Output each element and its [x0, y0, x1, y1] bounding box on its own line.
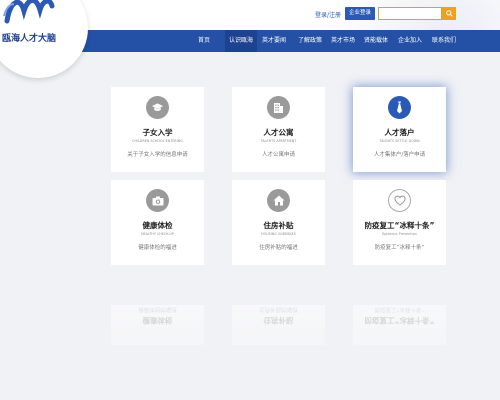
tie-icon — [388, 96, 411, 119]
nav-item-contact-us[interactable]: 联系我们 — [432, 30, 456, 52]
card-title: 子女入学 — [142, 128, 173, 137]
service-card-health-checkup[interactable]: 健康体检 HEALTHY CHECK-UP 健康体检的福进 — [111, 180, 204, 265]
nav-item-talent-market[interactable]: 英才市场 — [331, 30, 355, 52]
building-icon — [267, 96, 290, 119]
search-input[interactable] — [378, 7, 442, 20]
nav-item-policies[interactable]: 了解政策 — [298, 30, 322, 52]
card-title: 人才落户 — [384, 128, 415, 137]
card-description: 人才公寓申请 — [261, 152, 295, 158]
logo[interactable]: 瓯海人才大脑 — [0, 0, 88, 78]
camera-icon — [146, 189, 169, 212]
service-card-children-school[interactable]: 子女入学 CHILDREN SCHOOL ENTERING 关于子女入学的信息申… — [111, 87, 204, 172]
card-title: 住房补贴 — [263, 221, 294, 230]
house-icon — [267, 189, 290, 212]
heart-icon — [388, 189, 411, 212]
service-card-talent-apartment[interactable]: 人才公寓 TALENTS APARTMENT 人才公寓申请 — [232, 87, 325, 172]
brand-name: 瓯海人才大脑 — [1, 34, 56, 44]
card-description: 关于子女入学的信息申请 — [127, 152, 188, 158]
card-title: 人才公寓 — [263, 128, 294, 137]
service-card-talent-settle-down[interactable]: 人才落户 TALENTS SETTLE DOWN 人才集体户/落户申请 — [353, 87, 446, 172]
graduation-cap-icon — [146, 96, 169, 119]
card-subtitle: TALENTS SETTLE DOWN — [379, 139, 420, 143]
card-description: 防疫复工“冰释十条” — [374, 245, 425, 251]
card-title: 健康体检 — [142, 221, 173, 230]
search-button[interactable] — [442, 7, 456, 20]
card-title: 防疫复工“冰释十条” — [364, 221, 435, 230]
ouhai-logo-icon — [3, 0, 55, 24]
card-subtitle: Epidemic Prevention — [382, 232, 417, 236]
card-subtitle: HOUSING SUBSIDIES — [261, 232, 296, 236]
card-subtitle: TALENTS APARTMENT — [260, 139, 297, 143]
reflection-fade — [0, 300, 500, 400]
card-subtitle: CHILDREN SCHOOL ENTERING — [132, 139, 183, 143]
card-subtitle: HEALTHY CHECK-UP — [141, 232, 174, 236]
nav-item-talent-news[interactable]: 英才要闻 — [262, 30, 286, 52]
service-card-epidemic-prevention[interactable]: 防疫复工“冰释十条” Epidemic Prevention 防疫复工“冰释十条… — [353, 180, 446, 265]
login-register-link[interactable]: 登录/注册 — [315, 10, 341, 19]
nav-item-home[interactable]: 首页 — [198, 30, 210, 52]
service-card-housing-subsidies[interactable]: 住房补贴 HOUSING SUBSIDIES 住房补贴的福进 — [232, 180, 325, 265]
card-description: 住房补贴的福进 — [259, 245, 298, 251]
nav-item-about-ouhai[interactable]: 认识瓯海 — [225, 30, 258, 52]
nav-item-carriers[interactable]: 贤能载体 — [364, 30, 388, 52]
search-icon — [445, 10, 453, 17]
card-description: 健康体检的福进 — [138, 245, 177, 251]
card-description: 人才集体户/落户申请 — [373, 152, 426, 158]
corporate-login-button[interactable]: 企业登录 — [345, 7, 375, 20]
nav-item-enterprise-join[interactable]: 企业加入 — [398, 30, 422, 52]
